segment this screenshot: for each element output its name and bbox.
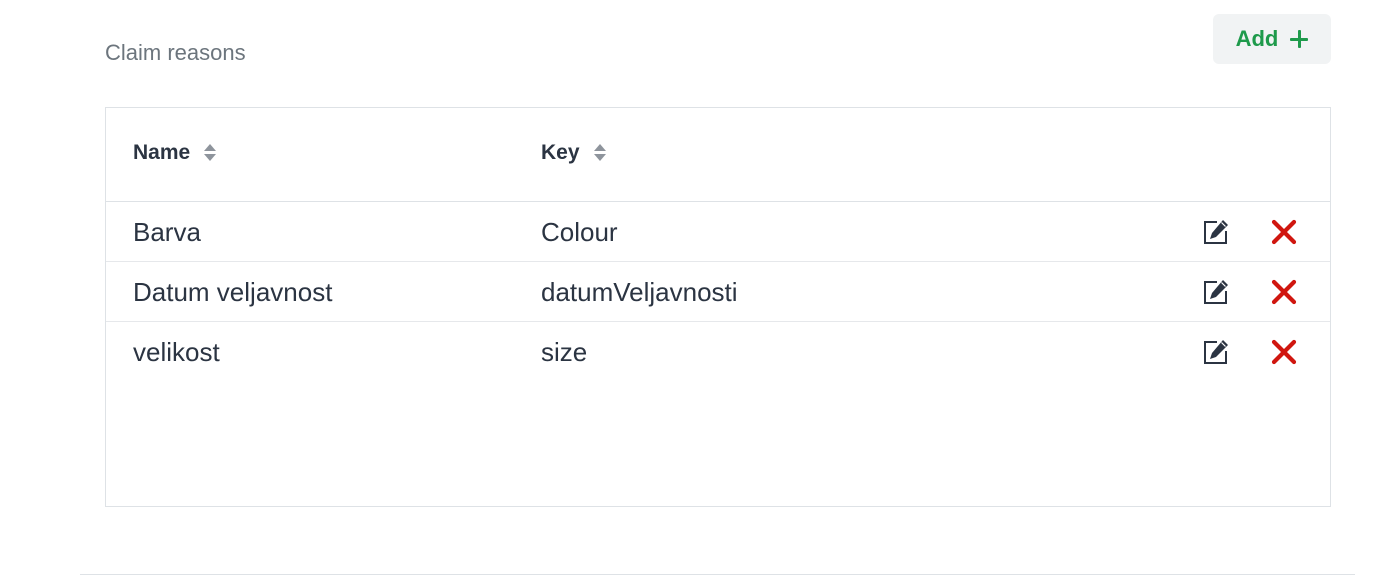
divider [80,574,1355,575]
column-header-key-label: Key [541,141,580,164]
claim-reasons-page: Claim reasons Add Name Key Barva Colour [0,0,1399,582]
delete-icon[interactable] [1270,278,1298,306]
table-header: Name Key [106,108,1330,202]
table-row: Barva Colour [106,202,1330,262]
row-key-cell: size [541,337,588,367]
claim-reasons-table: Name Key Barva Colour Datum veljavnost d… [105,107,1331,507]
row-key-cell: datumVeljavnosti [541,277,738,307]
add-button-label: Add [1235,26,1279,51]
add-button[interactable]: Add [1213,14,1331,64]
row-name-cell: velikost [133,337,220,367]
table-row: velikost size [106,322,1330,382]
row-key-cell: Colour [541,217,618,247]
delete-icon[interactable] [1270,338,1298,366]
row-name-cell: Datum veljavnost [133,277,333,307]
edit-icon[interactable] [1202,338,1230,366]
edit-icon[interactable] [1202,278,1230,306]
edit-icon[interactable] [1202,218,1230,246]
delete-icon[interactable] [1270,218,1298,246]
table-row: Datum veljavnost datumVeljavnosti [106,262,1330,322]
column-header-name-label: Name [133,141,191,164]
page-title: Claim reasons [105,40,246,65]
sort-icon[interactable] [204,143,217,163]
column-header-name[interactable]: Name [133,141,217,165]
column-header-key[interactable]: Key [541,141,606,165]
plus-icon [1290,30,1309,48]
row-name-cell: Barva [133,217,201,247]
sort-icon[interactable] [593,143,606,163]
